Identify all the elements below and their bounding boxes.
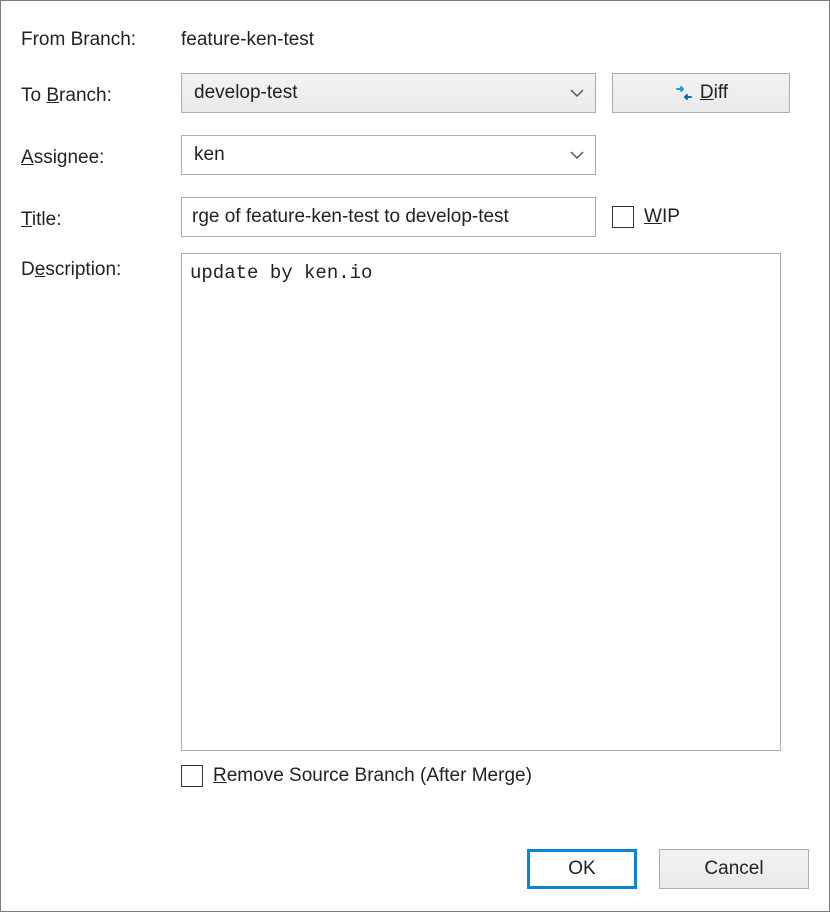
- title-input[interactable]: [181, 197, 596, 237]
- diff-button[interactable]: Diff: [612, 73, 790, 113]
- label-description: Description:: [21, 253, 181, 281]
- wip-checkbox[interactable]: [612, 206, 634, 228]
- description-textarea[interactable]: update by ken.io: [181, 253, 781, 751]
- row-remove-source: Remove Source Branch (After Merge): [181, 765, 809, 787]
- to-branch-dropdown[interactable]: develop-test: [181, 73, 596, 113]
- dialog-buttons: OK Cancel: [527, 849, 809, 889]
- wip-label: WIP: [644, 206, 680, 228]
- diff-icon: [674, 83, 694, 103]
- row-assignee: Assignee: ken: [21, 135, 809, 175]
- from-branch-value: feature-ken-test: [181, 23, 314, 51]
- to-branch-selected: develop-test: [194, 82, 298, 104]
- row-title: Title: WIP: [21, 197, 809, 237]
- label-to-branch: To Branch:: [21, 79, 181, 107]
- label-from-branch: From Branch:: [21, 23, 181, 51]
- merge-request-dialog: From Branch: feature-ken-test To Branch:…: [0, 0, 830, 912]
- ok-button[interactable]: OK: [527, 849, 637, 889]
- wip-checkbox-wrap[interactable]: WIP: [612, 206, 680, 228]
- remove-source-checkbox[interactable]: [181, 765, 203, 787]
- label-title: Title:: [21, 203, 181, 231]
- row-from-branch: From Branch: feature-ken-test: [21, 23, 809, 51]
- remove-source-checkbox-wrap[interactable]: Remove Source Branch (After Merge): [181, 765, 532, 787]
- assignee-dropdown[interactable]: ken: [181, 135, 596, 175]
- chevron-down-icon: [569, 85, 585, 101]
- cancel-button[interactable]: Cancel: [659, 849, 809, 889]
- assignee-selected: ken: [194, 144, 225, 166]
- chevron-down-icon: [569, 147, 585, 163]
- remove-source-label: Remove Source Branch (After Merge): [213, 765, 532, 787]
- label-assignee: Assignee:: [21, 141, 181, 169]
- row-description: Description: update by ken.io: [21, 253, 809, 751]
- row-to-branch: To Branch: develop-test Diff: [21, 73, 809, 113]
